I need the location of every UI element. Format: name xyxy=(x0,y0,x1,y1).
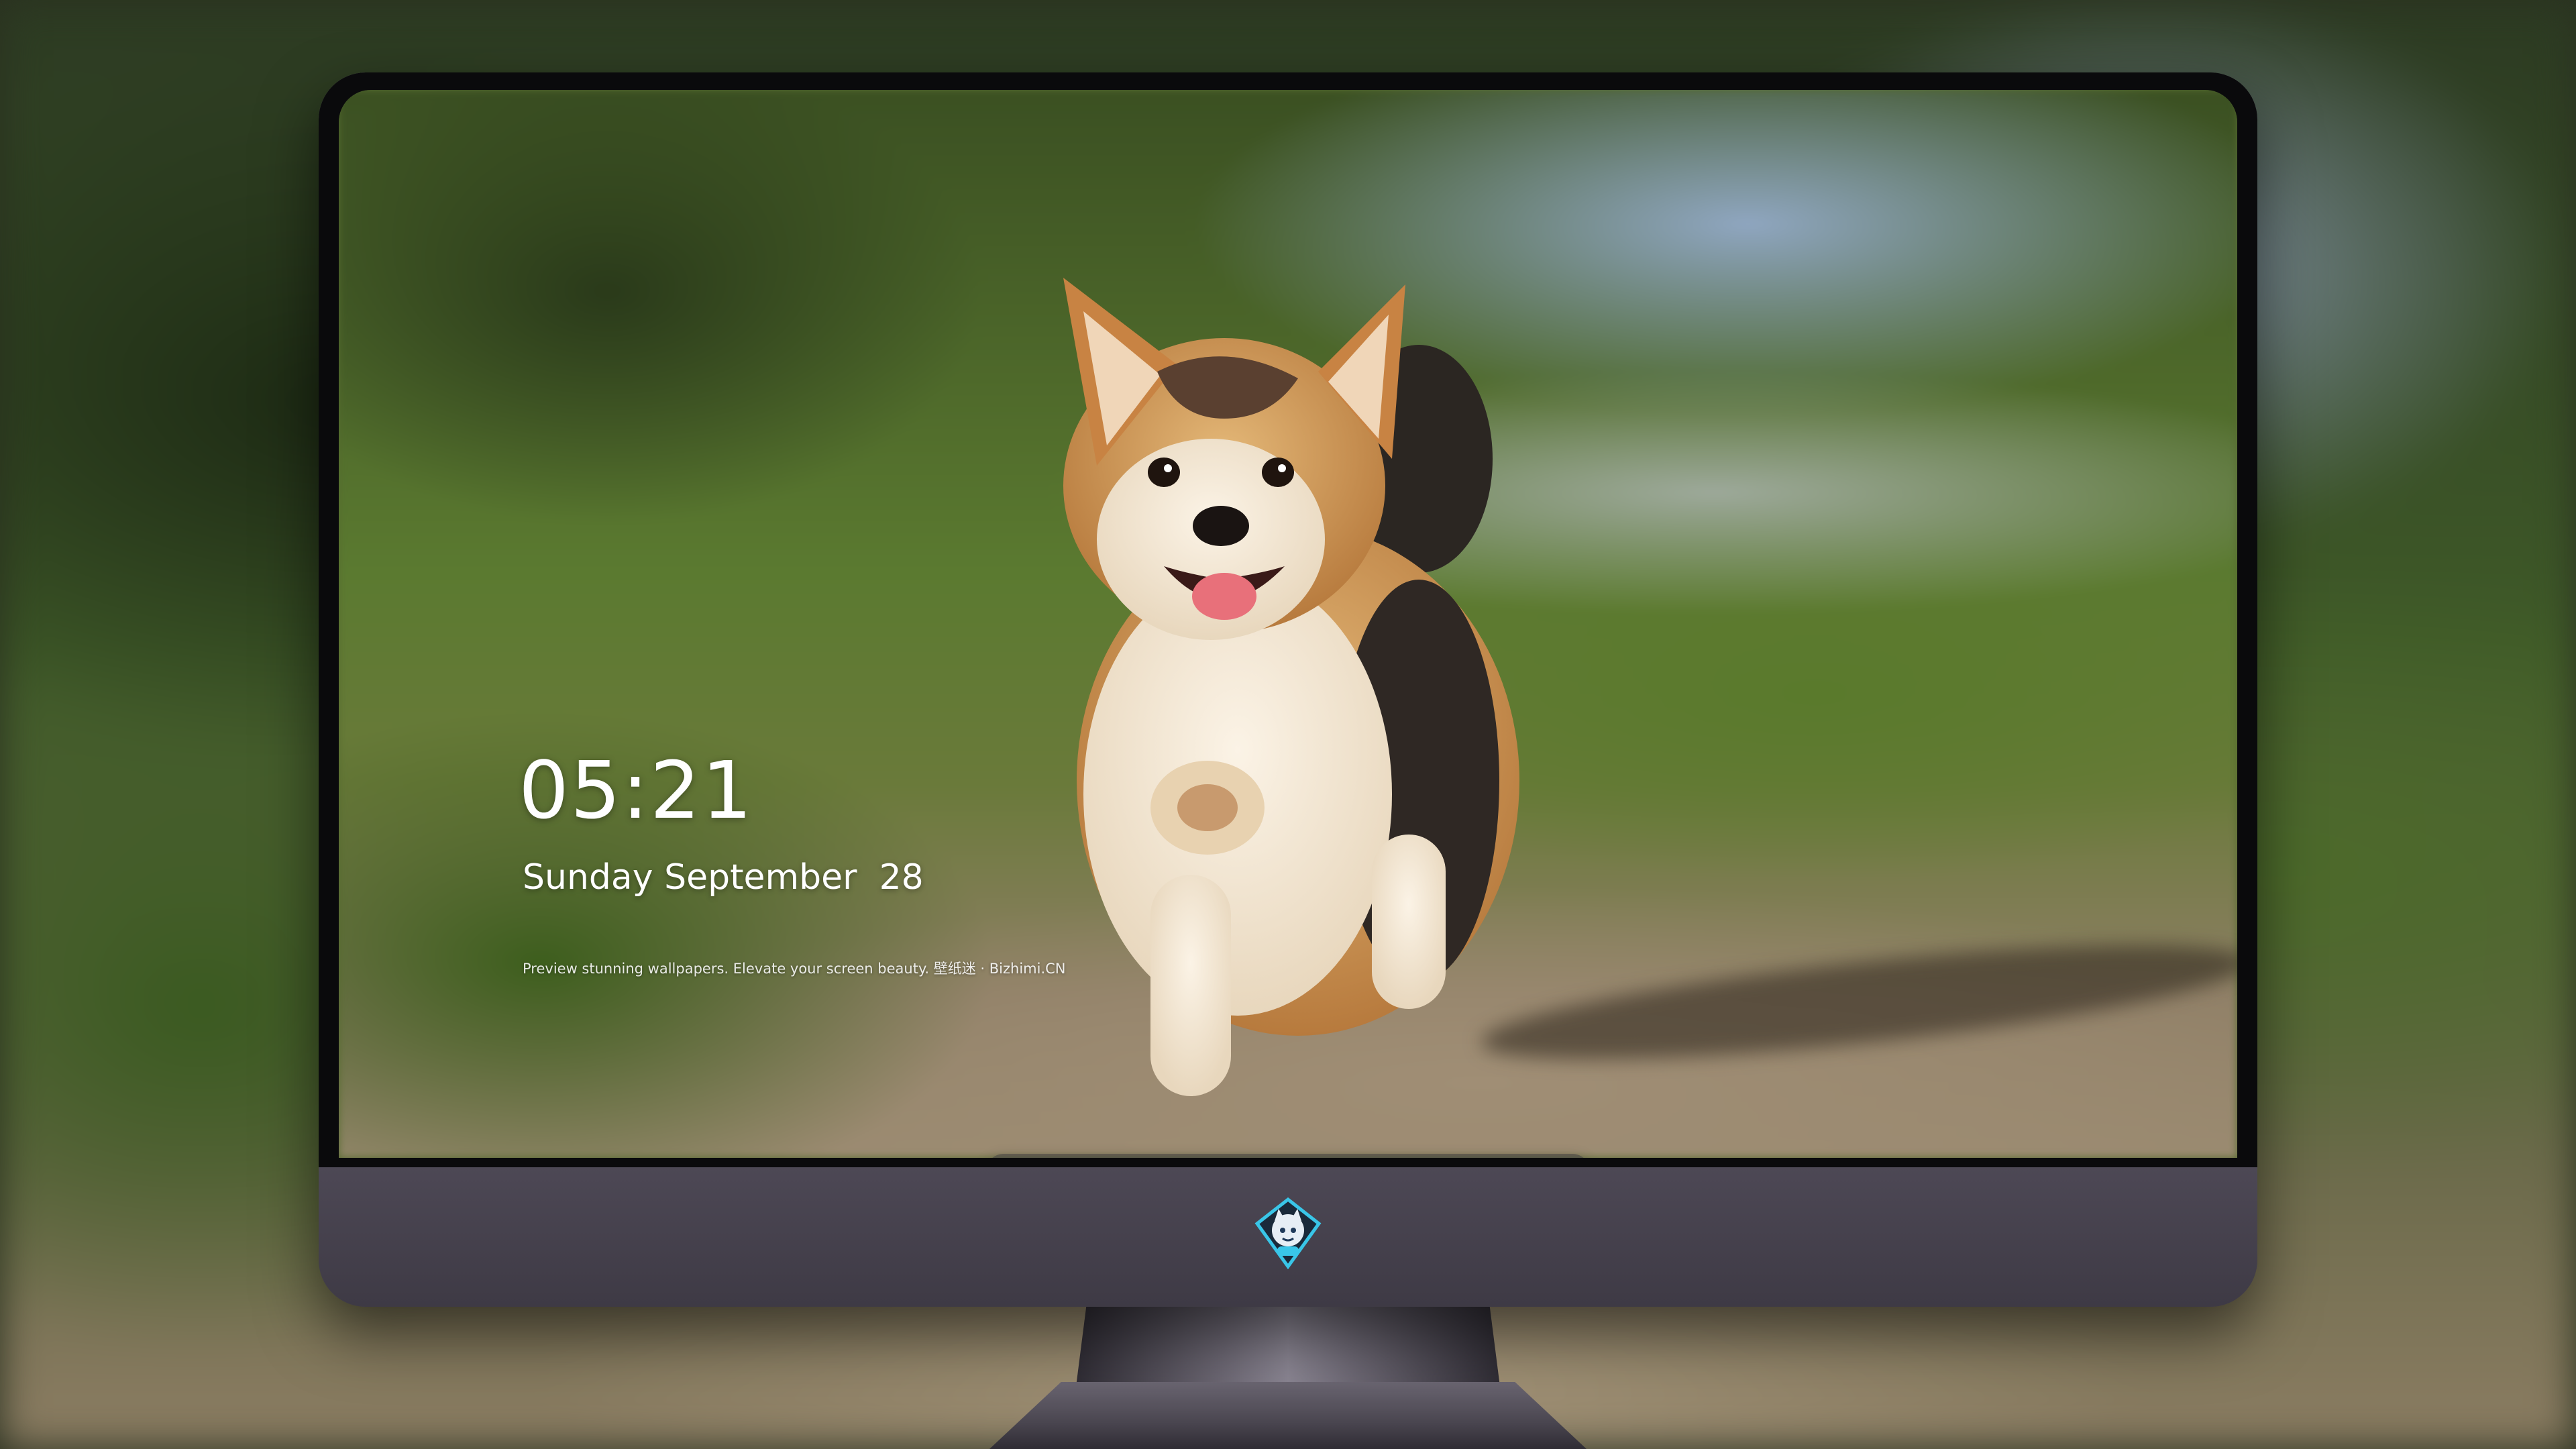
desktop-stage: 05:21 Sunday September 28 Preview stunni… xyxy=(0,0,2576,1449)
corgi-icon xyxy=(1063,278,1519,1096)
lock-date: Sunday September 28 xyxy=(523,857,924,898)
monitor: 05:21 Sunday September 28 Preview stunni… xyxy=(319,72,2257,1307)
mascot-logo-icon xyxy=(1254,1197,1322,1269)
lock-clock: 05:21 xyxy=(519,744,754,837)
lock-screen[interactable]: 05:21 Sunday September 28 Preview stunni… xyxy=(339,90,2237,1158)
dock xyxy=(986,1154,1590,1158)
monitor-stand-base xyxy=(989,1382,1587,1449)
wallpaper-tagline: Preview stunning wallpapers. Elevate you… xyxy=(523,961,1066,977)
